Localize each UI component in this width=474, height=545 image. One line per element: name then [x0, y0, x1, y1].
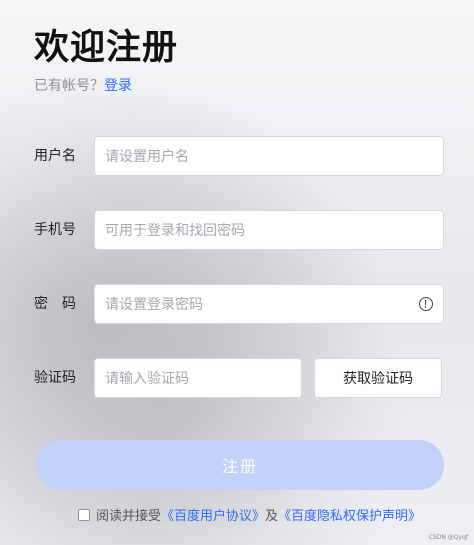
privacy-statement-link[interactable]: 《百度隐私权保护声明》 [278, 505, 421, 524]
password-input[interactable]: 请设置登录密码 [94, 284, 444, 324]
login-prompt: 已有帐号？登录 [34, 77, 132, 95]
agreement-text: 阅读并接受 [96, 509, 162, 524]
page-title: 欢迎注册 [34, 28, 179, 68]
username-label: 用户名 [34, 148, 76, 164]
agreement-row: 阅读并接受 《百度用户协议》 及 《百度隐私权保护声明》 [78, 505, 421, 524]
password-label: 密 码 [34, 296, 76, 312]
phone-placeholder: 可用于登录和找回密码 [105, 223, 245, 239]
register-page: 欢迎注册 已有帐号？登录 用户名 请设置用户名 手机号 可用于登录和找回密码 密… [0, 0, 474, 545]
login-link[interactable]: 登录 [104, 78, 132, 94]
username-input[interactable]: 请设置用户名 [94, 136, 444, 176]
login-prompt-text: 已有帐号？ [34, 78, 104, 94]
username-placeholder: 请设置用户名 [105, 149, 189, 165]
user-agreement-link[interactable]: 《百度用户协议》 [161, 505, 265, 524]
register-button[interactable]: 注册 [36, 440, 444, 490]
password-visibility-icon[interactable] [419, 297, 433, 311]
watermark: CSDN @Qyqf [428, 534, 468, 541]
phone-label: 手机号 [34, 222, 76, 238]
agreement-and-text: 及 [265, 509, 279, 524]
phone-input[interactable]: 可用于登录和找回密码 [94, 210, 444, 250]
password-placeholder: 请设置登录密码 [105, 297, 203, 313]
verify-code-label: 验证码 [34, 370, 76, 386]
get-code-button[interactable]: 获取验证码 [314, 358, 442, 398]
agreement-checkbox[interactable] [78, 508, 90, 521]
verify-code-input[interactable]: 请输入验证码 [94, 358, 302, 398]
verify-code-placeholder: 请输入验证码 [105, 371, 189, 387]
